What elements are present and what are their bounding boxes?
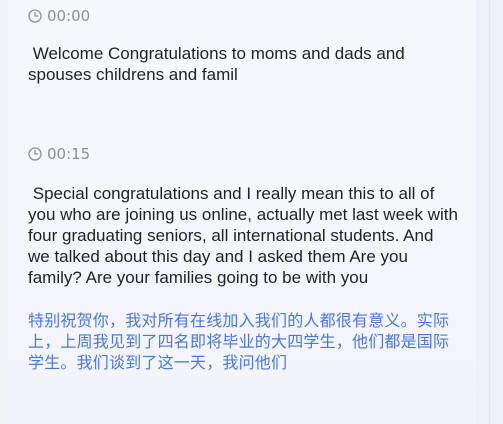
transcript-text: Special congratulations and I really mea… bbox=[28, 184, 458, 287]
timestamp-label: 00:15 bbox=[47, 145, 91, 163]
transcript-segment[interactable]: 00:15 Special congratulations and I real… bbox=[28, 144, 458, 373]
translation-text: 特别祝贺你，我对所有在线加入我们的人都很有意义。实际上，上周我见到了四名即将毕业… bbox=[28, 311, 450, 372]
transcript-text: Welcome Congratulations to moms and dads… bbox=[28, 44, 410, 84]
rail-divider bbox=[489, 0, 490, 424]
clock-icon bbox=[28, 147, 42, 161]
transcript-segment[interactable]: 00:00 Welcome Congratulations to moms an… bbox=[28, 6, 458, 85]
timestamp-label: 00:00 bbox=[47, 7, 91, 25]
clock-icon bbox=[28, 9, 42, 23]
timestamp-row[interactable]: 00:00 bbox=[28, 6, 458, 26]
timestamp-row[interactable]: 00:15 bbox=[28, 144, 458, 164]
